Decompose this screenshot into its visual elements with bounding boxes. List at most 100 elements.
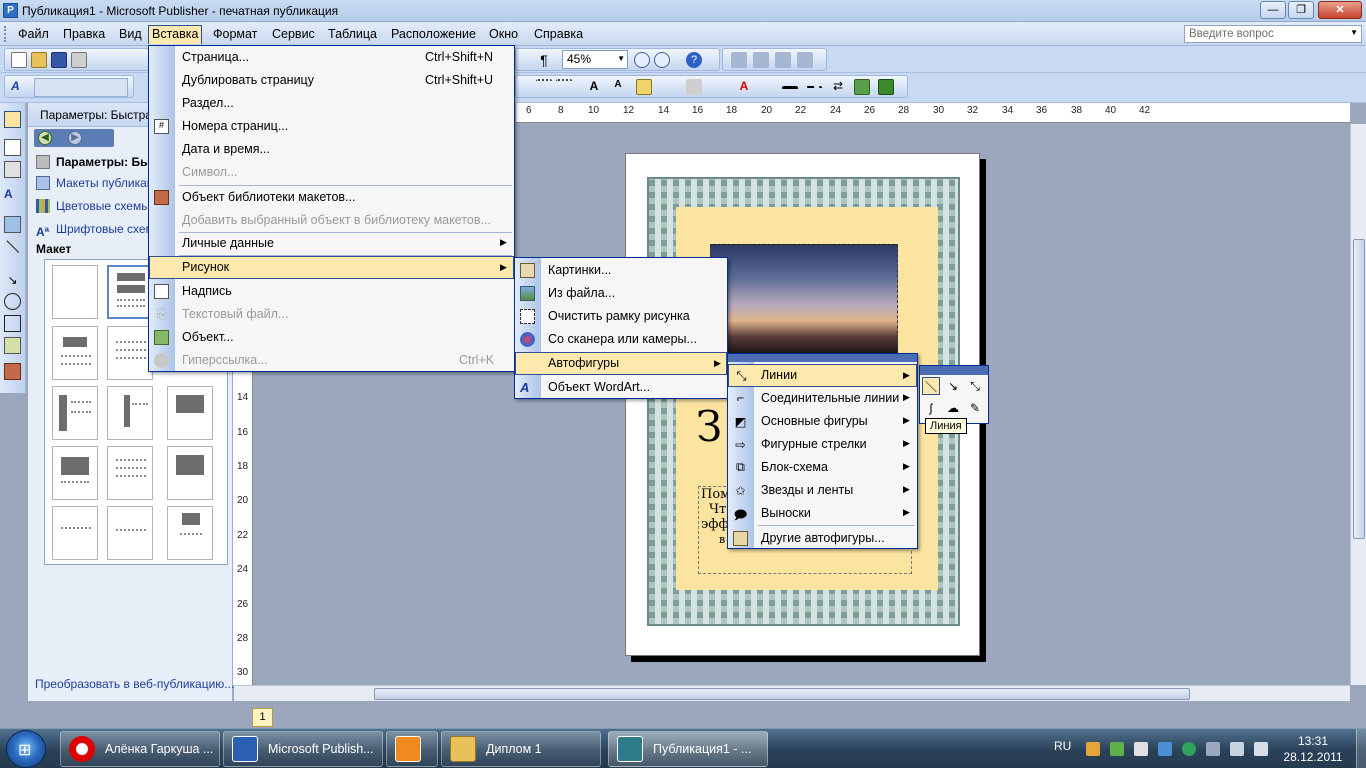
menu-item-connectors[interactable]: ⌐ Соединительные линии ▶ <box>728 387 917 410</box>
menu-tools[interactable]: Сервис <box>268 25 319 44</box>
link-color-schemes[interactable]: Цветовые схемы <box>36 199 150 213</box>
menu-format[interactable]: Формат <box>209 25 261 44</box>
menu-item-more-autoshapes[interactable]: Другие автофигуры... <box>728 527 917 550</box>
layout-thumb[interactable] <box>107 326 153 380</box>
taskbar-word[interactable]: Microsoft Publish... <box>223 731 383 767</box>
layout-thumb[interactable] <box>52 506 98 560</box>
zoom-out-icon[interactable] <box>634 52 650 68</box>
curve-icon[interactable]: ʃ <box>922 399 940 417</box>
fill-color-icon[interactable] <box>636 79 652 95</box>
line-color-icon[interactable] <box>686 79 702 95</box>
menu-item-lines[interactable]: ⤡ Линии ▶ <box>728 364 917 387</box>
oval-tool-icon[interactable] <box>4 293 21 310</box>
volume-icon[interactable] <box>1254 742 1268 756</box>
convert-to-web-link[interactable]: Преобразовать в веб-публикацию... <box>35 677 234 691</box>
design-gallery-icon[interactable] <box>4 363 21 380</box>
back-icon[interactable]: ◀ <box>38 131 52 145</box>
tray-security-icon[interactable] <box>1182 742 1196 756</box>
autoshapes-tool-icon[interactable] <box>4 337 21 354</box>
layout-thumb-selected[interactable] <box>107 265 153 319</box>
restore-button[interactable]: ❐ <box>1288 1 1314 19</box>
menu-item-wordart[interactable]: A Объект WordArt... <box>515 376 727 399</box>
menu-item-basic-shapes[interactable]: ◩ Основные фигуры ▶ <box>728 410 917 433</box>
close-button[interactable]: ✕ <box>1318 1 1362 19</box>
zoom-in-icon[interactable] <box>654 52 670 68</box>
menu-item-text-file[interactable]: ⎘ Текстовый файл... <box>149 303 514 326</box>
rectangle-tool-icon[interactable] <box>4 315 21 332</box>
menu-view[interactable]: Вид <box>115 25 146 44</box>
link-font-schemes[interactable]: Aª Шрифтовые схем <box>36 222 154 239</box>
pilcrow-icon[interactable]: ¶ <box>536 52 552 68</box>
vertical-ruler[interactable]: 14 16 18 20 22 24 26 28 30 <box>233 365 253 685</box>
open-folder-icon[interactable] <box>31 52 47 68</box>
freeform-icon[interactable]: ☁ <box>944 399 962 417</box>
menu-item-callouts[interactable]: 🗩 Выноски ▶ <box>728 502 917 525</box>
vertical-scrollbar[interactable] <box>1350 124 1366 685</box>
help-icon[interactable]: ? <box>686 52 702 68</box>
chevron-down-icon[interactable]: ▼ <box>1350 28 1358 37</box>
style-select[interactable] <box>34 78 128 97</box>
line-icon[interactable]: ＼ <box>922 377 940 395</box>
language-indicator[interactable]: RU <box>1054 739 1071 753</box>
menu-item-flowchart[interactable]: ⧉ Блок-схема ▶ <box>728 456 917 479</box>
menu-item-stars-banners[interactable]: ✩ Звезды и ленты ▶ <box>728 479 917 502</box>
tray-keyboard-icon[interactable] <box>1134 742 1148 756</box>
horizontal-ruler[interactable]: 6 8 10 12 14 16 18 20 22 24 26 28 30 32 … <box>516 103 1350 123</box>
menu-item-symbol[interactable]: Символ... <box>149 161 514 184</box>
menu-item-section[interactable]: Раздел... <box>149 92 514 115</box>
style-icon[interactable]: A <box>11 79 27 95</box>
minimize-button[interactable]: — <box>1260 1 1286 19</box>
grow-font-icon[interactable]: A <box>586 79 602 95</box>
taskbar-opera[interactable]: Алёнка Гаркуша ... <box>60 731 220 767</box>
layout-thumb[interactable] <box>52 446 98 500</box>
wordart-tool-icon[interactable]: A <box>4 187 21 204</box>
system-clock[interactable]: 13:31 28.12.2011 <box>1278 733 1348 765</box>
help-question-input[interactable]: Введите вопрос ▼ <box>1184 25 1362 43</box>
taskbar-media-player[interactable] <box>386 731 438 767</box>
select-pointer-icon[interactable] <box>4 111 21 128</box>
menu-item-date-time[interactable]: Дата и время... <box>149 138 514 161</box>
taskbar-publisher[interactable]: Публикация1 - ... <box>608 731 768 767</box>
menu-item-from-file[interactable]: Из файла... <box>515 282 727 305</box>
layout-thumb[interactable] <box>167 506 213 560</box>
save-icon[interactable] <box>51 52 67 68</box>
font-color-icon[interactable]: A <box>736 79 752 95</box>
menu-arrange[interactable]: Расположение <box>387 25 480 44</box>
layout-thumb[interactable] <box>167 386 213 440</box>
layout-thumb[interactable] <box>107 446 153 500</box>
menu-insert[interactable]: Вставка <box>148 25 203 44</box>
arrow-icon[interactable]: ↘ <box>944 377 962 395</box>
menu-item-block-arrows[interactable]: ⇨ Фигурные стрелки ▶ <box>728 433 917 456</box>
table-icon[interactable] <box>4 161 21 178</box>
picture-frame-icon[interactable] <box>4 216 21 233</box>
menu-item-empty-frame[interactable]: Очистить рамку рисунка <box>515 305 727 328</box>
line-style-icon[interactable] <box>782 86 798 90</box>
sunset-photo[interactable] <box>710 244 898 354</box>
numbering-icon[interactable] <box>536 79 552 95</box>
arrow-style-icon[interactable]: ⇄ <box>830 79 846 95</box>
tray-device-icon[interactable] <box>1206 742 1220 756</box>
page-navigator-1[interactable]: 1 <box>252 708 273 727</box>
dash-style-icon[interactable] <box>806 86 822 90</box>
palette-drag-handle[interactable] <box>920 366 988 375</box>
arrow-tool-icon[interactable]: ↘ <box>4 273 21 290</box>
forward-icon[interactable]: ▶ <box>68 131 82 145</box>
menu-item-hyperlink[interactable]: Гиперссылка... Ctrl+K <box>149 349 514 372</box>
tray-monitor-icon[interactable] <box>1230 742 1244 756</box>
zoom-select[interactable]: 45% ▼ <box>562 50 628 69</box>
menu-item-page[interactable]: Страница... Ctrl+Shift+N <box>149 46 514 69</box>
menu-file[interactable]: Файл <box>14 25 53 44</box>
print-icon[interactable] <box>71 52 87 68</box>
layout-thumb[interactable] <box>107 506 153 560</box>
text-box-icon[interactable] <box>4 139 21 156</box>
menu-item-object[interactable]: Объект... <box>149 326 514 349</box>
layout-thumb[interactable] <box>167 446 213 500</box>
menu-table[interactable]: Таблица <box>324 25 381 44</box>
menu-edit[interactable]: Правка <box>59 25 109 44</box>
bullets-icon[interactable] <box>556 79 572 95</box>
double-arrow-icon[interactable]: ⤡ <box>966 377 984 395</box>
menu-drag-handle[interactable] <box>728 354 917 362</box>
layout-thumb[interactable] <box>52 386 98 440</box>
tray-app-icon[interactable] <box>1086 742 1100 756</box>
tray-network-icon[interactable] <box>1158 742 1172 756</box>
